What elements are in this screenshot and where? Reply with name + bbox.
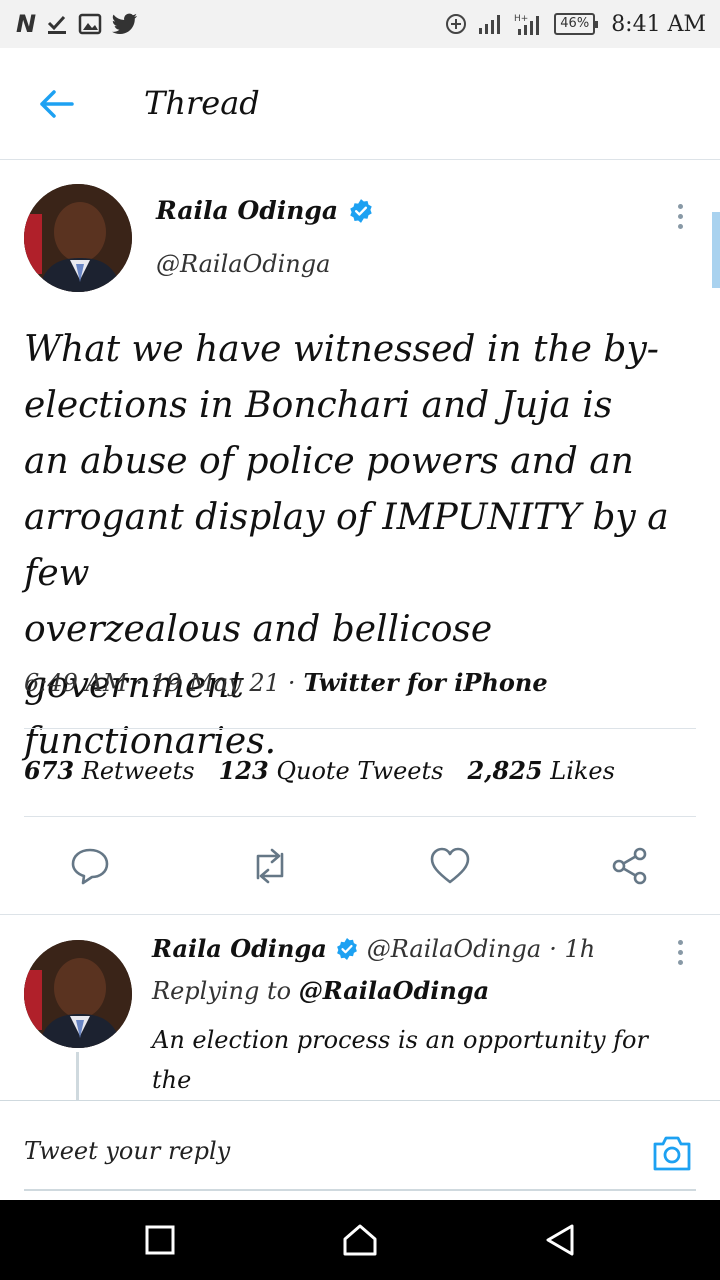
quote-tweets-stat[interactable]: 123 Quote Tweets bbox=[219, 756, 444, 785]
recents-button[interactable] bbox=[140, 1220, 180, 1260]
input-underline bbox=[24, 1189, 696, 1191]
tweet-actions bbox=[0, 838, 720, 894]
like-button[interactable] bbox=[428, 844, 472, 888]
retweet-icon bbox=[256, 848, 284, 884]
data-saver-icon bbox=[444, 12, 468, 36]
divider bbox=[24, 816, 696, 817]
avatar[interactable] bbox=[24, 184, 132, 292]
tweet-meta: 6:49 AM · 19 May 21 · Twitter for iPhone bbox=[24, 668, 548, 697]
retweet-button[interactable] bbox=[248, 844, 292, 888]
tweet-source-link[interactable]: Twitter for iPhone bbox=[304, 668, 548, 697]
signal-icon bbox=[478, 13, 504, 35]
verified-badge-icon bbox=[350, 198, 372, 223]
author-name-text: Raila Odinga bbox=[156, 196, 339, 225]
divider bbox=[24, 728, 696, 729]
reply-more-options-button[interactable] bbox=[668, 936, 692, 968]
reply-author-name: Raila Odinga bbox=[152, 934, 327, 963]
heart-icon bbox=[430, 847, 470, 884]
system-nav-bar bbox=[0, 1200, 720, 1280]
retweets-stat[interactable]: 673 Retweets bbox=[24, 756, 195, 785]
divider bbox=[0, 914, 720, 915]
author-handle[interactable]: @RailaOdinga bbox=[156, 250, 330, 278]
camera-icon bbox=[653, 1136, 691, 1171]
clock: 8:41 AM bbox=[611, 11, 706, 37]
reply-author-handle: @RailaOdinga bbox=[366, 934, 542, 963]
share-button[interactable] bbox=[608, 844, 652, 888]
back-nav-button[interactable] bbox=[540, 1220, 580, 1260]
tweet-text: What we have witnessed in the by- electi… bbox=[24, 329, 669, 762]
more-options-button[interactable] bbox=[668, 200, 692, 232]
compose-bar: Tweet your reply bbox=[0, 1100, 720, 1200]
reply-time: · 1h bbox=[549, 934, 596, 963]
top-app-bar: Thread bbox=[0, 48, 720, 160]
share-icon bbox=[612, 847, 647, 885]
battery-icon: 46% bbox=[554, 13, 599, 35]
image-icon bbox=[78, 13, 102, 35]
signal-h-plus-icon: H+ bbox=[514, 12, 544, 36]
status-bar: N H+ 46% 8:41 AM bbox=[0, 0, 720, 48]
square-icon bbox=[145, 1225, 175, 1255]
tweet-date: 19 May 21 bbox=[151, 668, 280, 697]
triangle-back-icon bbox=[546, 1224, 574, 1256]
tweet-stats: 673 Retweets 123 Quote Tweets 2,825 Like… bbox=[24, 756, 615, 785]
likes-stat[interactable]: 2,825 Likes bbox=[467, 756, 614, 785]
twitter-bird-icon bbox=[112, 13, 138, 35]
camera-button[interactable] bbox=[650, 1131, 694, 1175]
page-title: Thread bbox=[144, 84, 260, 122]
reply-icon bbox=[71, 848, 109, 885]
tweet-time: 6:49 AM bbox=[24, 668, 128, 697]
reply-header[interactable]: Raila Odinga @RailaOdinga · 1h bbox=[152, 934, 595, 963]
scrollbar-thumb[interactable] bbox=[712, 212, 720, 288]
back-arrow-icon bbox=[40, 90, 74, 118]
reply-button[interactable] bbox=[68, 844, 112, 888]
back-button[interactable] bbox=[36, 86, 76, 122]
check-download-icon bbox=[46, 13, 68, 35]
home-button[interactable] bbox=[340, 1220, 380, 1260]
svg-text:H+: H+ bbox=[514, 14, 528, 24]
home-icon bbox=[343, 1224, 377, 1256]
author-name[interactable]: Raila Odinga bbox=[156, 196, 374, 225]
replying-to-link[interactable]: @RailaOdinga bbox=[299, 976, 489, 1005]
reply-avatar[interactable] bbox=[24, 940, 132, 1048]
reply-input[interactable]: Tweet your reply bbox=[24, 1137, 230, 1165]
verified-badge-icon bbox=[336, 937, 357, 960]
n-icon: N bbox=[16, 10, 37, 38]
thread-line bbox=[76, 1052, 79, 1100]
replying-to: Replying to @RailaOdinga bbox=[152, 976, 490, 1005]
